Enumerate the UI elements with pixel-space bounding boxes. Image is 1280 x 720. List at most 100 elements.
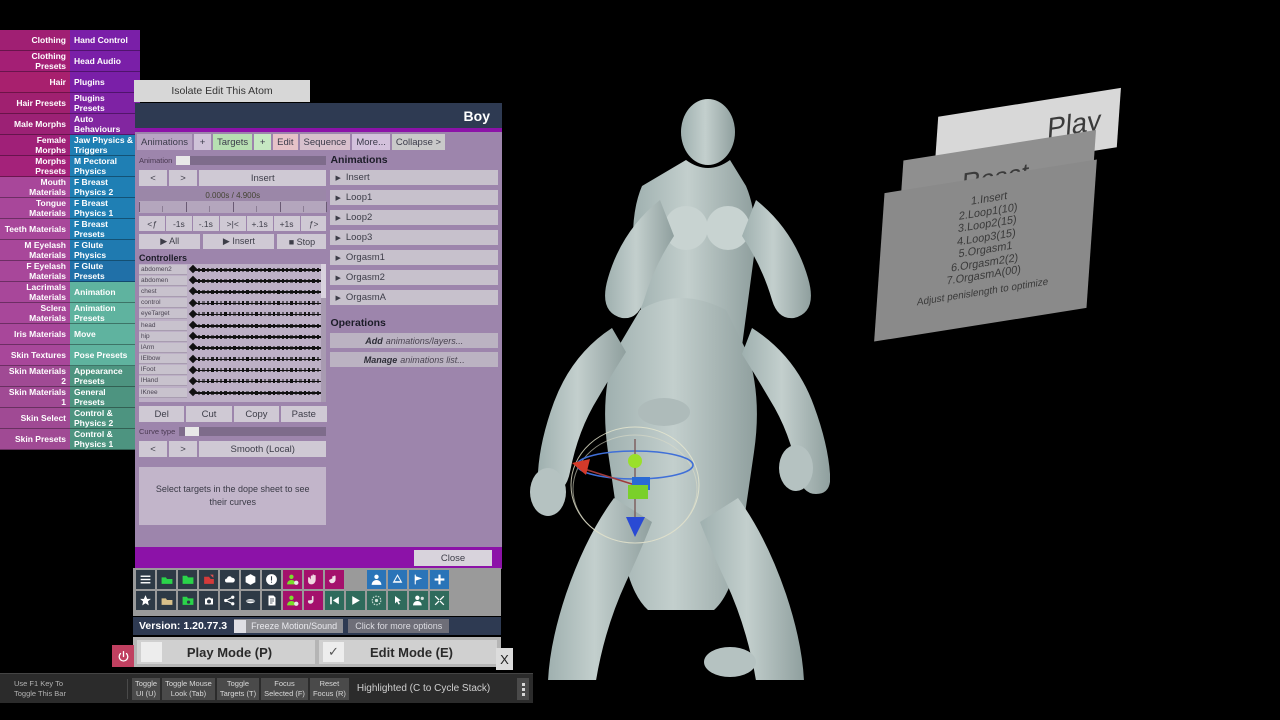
keyframe-marker[interactable] bbox=[206, 390, 210, 395]
keyframe-marker[interactable] bbox=[272, 379, 276, 384]
keyframe-track[interactable] bbox=[188, 309, 327, 320]
keyframe-marker[interactable] bbox=[242, 345, 245, 350]
keyframe-marker[interactable] bbox=[202, 345, 205, 350]
keyframe-marker[interactable] bbox=[215, 267, 218, 272]
keyframe-marker[interactable] bbox=[264, 334, 267, 339]
keyframe-marker[interactable] bbox=[259, 289, 262, 294]
keyframe-marker[interactable] bbox=[259, 267, 262, 272]
keyframe-marker[interactable] bbox=[246, 334, 249, 339]
play-mode-toggle[interactable]: Play Mode (P) bbox=[137, 640, 315, 664]
timeline-nav-button-4[interactable]: +.1s bbox=[246, 216, 273, 231]
keyframe-marker[interactable] bbox=[198, 390, 201, 395]
keyframe-marker[interactable] bbox=[316, 368, 320, 373]
keyframe-marker[interactable] bbox=[215, 357, 218, 362]
keyframe-marker[interactable] bbox=[250, 345, 254, 350]
dope-sheet-row[interactable]: chest bbox=[139, 286, 327, 297]
keyframe-marker[interactable] bbox=[294, 334, 298, 339]
keyframe-track[interactable] bbox=[188, 387, 327, 398]
keyframe-marker[interactable] bbox=[268, 368, 271, 373]
keyframe-marker[interactable] bbox=[198, 289, 201, 294]
timeline-nav-button-6[interactable]: ƒ> bbox=[300, 216, 327, 231]
keyframe-marker[interactable] bbox=[198, 312, 201, 317]
keyframe-marker[interactable] bbox=[272, 312, 276, 317]
target-icon[interactable] bbox=[367, 591, 386, 610]
keyframe-marker[interactable] bbox=[250, 334, 254, 339]
keyframe-marker[interactable] bbox=[237, 267, 240, 272]
keyframe-marker[interactable] bbox=[211, 334, 214, 339]
dialog-tab-5[interactable]: Sequence bbox=[299, 134, 351, 150]
save-scene-icon[interactable] bbox=[199, 570, 218, 589]
keyframe-marker[interactable] bbox=[246, 357, 249, 362]
keyframe-marker[interactable] bbox=[237, 345, 240, 350]
keyframe-marker[interactable] bbox=[228, 278, 232, 283]
keyframe-marker[interactable] bbox=[233, 301, 236, 306]
dialog-tab-4[interactable]: Edit bbox=[273, 134, 298, 150]
edit-buttons-row[interactable]: Del Cut Copy Paste bbox=[139, 406, 327, 422]
keyframe-marker[interactable] bbox=[202, 390, 205, 395]
dope-sheet-row[interactable]: lElbow bbox=[139, 354, 327, 365]
keyframe-marker[interactable] bbox=[255, 368, 258, 373]
sidebar-item-left-17[interactable]: Skin Materials 1 bbox=[0, 387, 70, 408]
keyframe-marker[interactable] bbox=[281, 323, 284, 328]
keyframe-marker[interactable] bbox=[202, 334, 205, 339]
keyframe-marker[interactable] bbox=[242, 267, 245, 272]
keyframe-track[interactable] bbox=[188, 286, 327, 297]
package-icon[interactable] bbox=[241, 570, 260, 589]
keyframe-marker[interactable] bbox=[268, 312, 271, 317]
expand-triangle-icon[interactable]: ▶ bbox=[335, 194, 340, 202]
grab-icon[interactable] bbox=[325, 570, 344, 589]
folder-icon[interactable] bbox=[178, 570, 197, 589]
keyframe-marker[interactable] bbox=[268, 301, 271, 306]
keyframe-marker[interactable] bbox=[294, 390, 298, 395]
keyframe-marker[interactable] bbox=[220, 368, 223, 373]
prev-animation-button[interactable]: < bbox=[139, 170, 167, 186]
keyframe-marker[interactable] bbox=[215, 379, 218, 384]
animation-select-row[interactable]: < > Insert bbox=[139, 170, 327, 186]
keyframe-marker[interactable] bbox=[299, 323, 302, 328]
status-button-2[interactable]: Toggle Targets (T) bbox=[216, 677, 260, 700]
animation-slider-row[interactable]: Animation bbox=[139, 154, 327, 167]
keyframe-marker[interactable] bbox=[233, 390, 236, 395]
keyframe-marker[interactable] bbox=[312, 312, 315, 317]
keyframe-marker[interactable] bbox=[316, 345, 320, 350]
controller-label[interactable]: lFoot bbox=[139, 365, 187, 376]
keyframe-marker[interactable] bbox=[303, 368, 306, 373]
keyframe-marker[interactable] bbox=[272, 368, 276, 373]
keyframe-marker[interactable] bbox=[215, 301, 218, 306]
next-animation-button[interactable]: > bbox=[169, 170, 197, 186]
keyframe-marker[interactable] bbox=[268, 278, 271, 283]
sidebar-item-left-6[interactable]: Morphs Presets bbox=[0, 156, 70, 177]
status-menu-icon[interactable] bbox=[517, 678, 529, 700]
keyframe-marker[interactable] bbox=[294, 278, 298, 283]
keyframe-marker[interactable] bbox=[255, 323, 258, 328]
keyframe-marker[interactable] bbox=[290, 357, 293, 362]
keyframe-marker[interactable] bbox=[272, 267, 276, 272]
sidebar-left-column[interactable]: Clothing Clothing Presets Hair Hair Presets… bbox=[0, 30, 70, 450]
keyframe-marker[interactable] bbox=[316, 334, 320, 339]
keyframe-marker[interactable] bbox=[206, 357, 210, 362]
keyframe-marker[interactable] bbox=[277, 334, 280, 339]
save-as-icon[interactable] bbox=[157, 591, 176, 610]
keyframe-marker[interactable] bbox=[264, 390, 267, 395]
play-all-button[interactable]: ▶ All bbox=[139, 234, 201, 249]
keyframe-marker[interactable] bbox=[228, 301, 232, 306]
prev-curve-button[interactable]: < bbox=[139, 441, 167, 457]
keyframe-marker[interactable] bbox=[224, 390, 227, 395]
freeze-checkbox[interactable] bbox=[234, 619, 247, 633]
keyframe-track[interactable] bbox=[188, 365, 327, 376]
edit-button-paste[interactable]: Paste bbox=[281, 406, 327, 422]
curve-type-slider-knob[interactable] bbox=[185, 427, 200, 436]
sidebar-item-left-12[interactable]: Lacrimals Materials bbox=[0, 282, 70, 303]
keyframe-marker[interactable] bbox=[202, 368, 205, 373]
keyframe-track[interactable] bbox=[188, 264, 327, 275]
keyframe-marker[interactable] bbox=[286, 390, 289, 395]
keyframe-marker[interactable] bbox=[312, 301, 315, 306]
keyframe-marker[interactable] bbox=[290, 289, 293, 294]
keyframe-marker[interactable] bbox=[259, 390, 262, 395]
keyframe-marker[interactable] bbox=[228, 267, 232, 272]
sidebar-item-left-11[interactable]: F Eyelash Materials bbox=[0, 261, 70, 282]
sidebar-item-left-3[interactable]: Hair Presets bbox=[0, 93, 70, 114]
operation-item-1[interactable]: Manage animations list... bbox=[330, 352, 498, 367]
keyframe-marker[interactable] bbox=[228, 289, 232, 294]
keyframe-marker[interactable] bbox=[228, 345, 232, 350]
